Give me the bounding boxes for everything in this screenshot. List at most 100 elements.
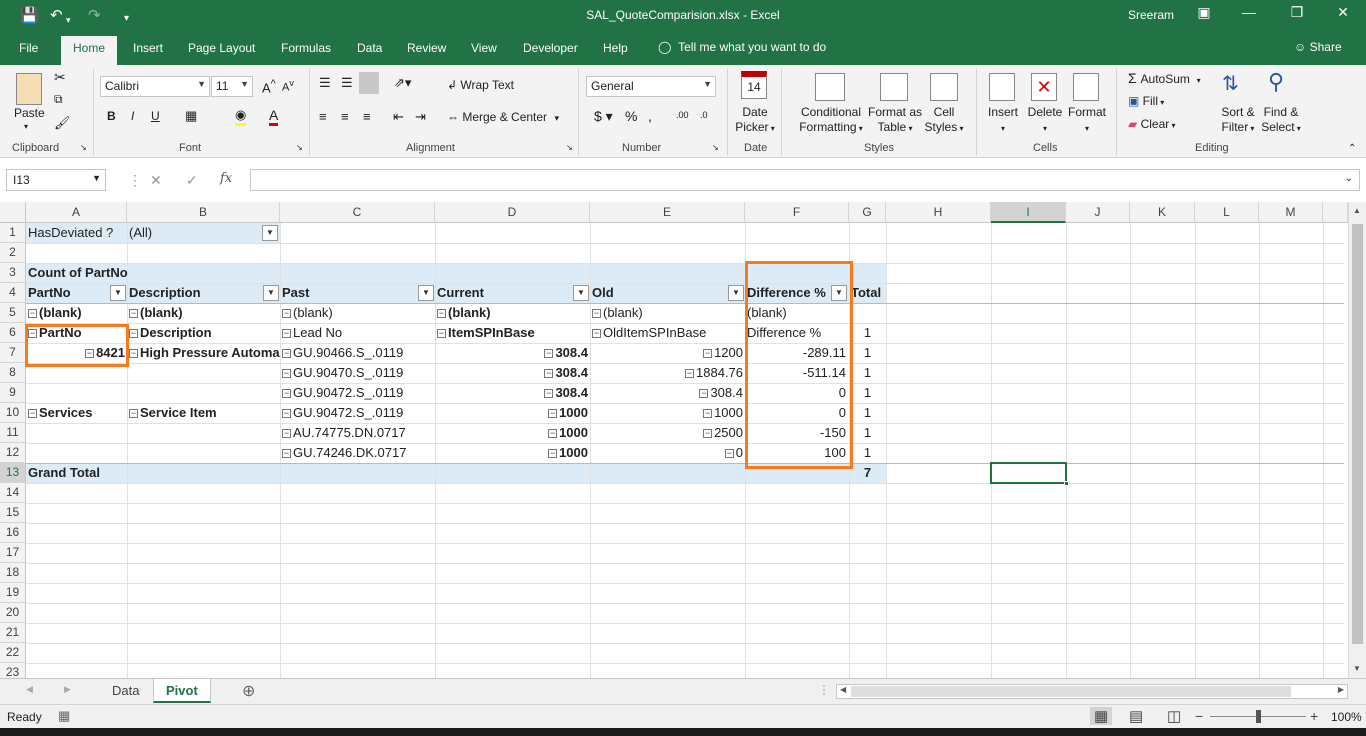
scroll-left-icon[interactable]: ◀: [840, 685, 846, 694]
collapse-icon[interactable]: −: [544, 369, 554, 378]
borders-icon[interactable]: ▦: [185, 108, 197, 124]
collapse-icon[interactable]: −: [592, 329, 601, 338]
column-header-i[interactable]: I: [991, 202, 1066, 223]
row-header[interactable]: 5: [0, 303, 26, 323]
row-header[interactable]: 23: [0, 663, 26, 678]
row-header[interactable]: 22: [0, 643, 26, 663]
accounting-format-icon[interactable]: $ ▾: [594, 108, 613, 125]
scroll-up-icon[interactable]: ▲: [1353, 206, 1361, 215]
pivot-cell[interactable]: −308.4: [435, 343, 590, 363]
increase-font-icon[interactable]: A^: [262, 78, 276, 95]
select-all-corner[interactable]: [0, 202, 26, 223]
selected-cell[interactable]: [990, 462, 1069, 486]
sheet-tab-pivot[interactable]: Pivot: [153, 679, 211, 703]
delete-cells-icon[interactable]: ✕: [1031, 73, 1057, 101]
paste-button[interactable]: Paste: [14, 106, 45, 120]
decrease-decimal-icon[interactable]: .0: [700, 110, 708, 120]
pivot-cell[interactable]: −1000: [435, 443, 590, 463]
format-cells-button[interactable]: Format ▾: [1066, 105, 1108, 136]
collapse-icon[interactable]: −: [282, 349, 291, 358]
font-color-icon[interactable]: A: [269, 107, 279, 126]
column-header-c[interactable]: C: [280, 202, 435, 223]
pivot-cell[interactable]: 1: [849, 423, 886, 443]
filter-dropdown-icon[interactable]: ▼: [263, 285, 279, 301]
user-name[interactable]: Sreeram: [1128, 8, 1174, 22]
collapse-icon[interactable]: −: [282, 409, 291, 418]
restore-icon[interactable]: ❐: [1282, 4, 1312, 21]
collapse-icon[interactable]: −: [282, 369, 291, 378]
find-select-button[interactable]: Find & Select ▾: [1258, 105, 1304, 136]
pivot-cell[interactable]: −308.4: [435, 383, 590, 403]
sort-filter-icon[interactable]: ⇅: [1222, 71, 1239, 96]
row-header[interactable]: 21: [0, 623, 26, 643]
format-painter-icon[interactable]: 🖌: [54, 115, 71, 131]
collapse-icon[interactable]: −: [282, 449, 291, 458]
row-header[interactable]: 14: [0, 483, 26, 503]
paste-icon[interactable]: [16, 73, 42, 105]
collapse-icon[interactable]: −: [724, 449, 734, 458]
pivot-cell[interactable]: − GU.90466.S_.0119: [280, 343, 435, 363]
align-middle-icon[interactable]: ☰: [341, 75, 353, 91]
collapse-icon[interactable]: −: [703, 349, 713, 358]
align-top-icon[interactable]: ☰: [319, 75, 331, 91]
collapse-icon[interactable]: −: [699, 389, 709, 398]
pivot-cell[interactable]: −1200: [590, 343, 745, 363]
column-header-n[interactable]: [1323, 202, 1348, 223]
pivot-cell[interactable]: 1: [849, 343, 886, 363]
row-header[interactable]: 2: [0, 243, 26, 263]
collapse-icon[interactable]: −: [282, 389, 291, 398]
align-right-icon[interactable]: ≡: [363, 109, 371, 124]
bold-icon[interactable]: B: [107, 109, 116, 123]
collapse-icon[interactable]: −: [592, 309, 601, 318]
page-layout-view-icon[interactable]: ▤: [1129, 707, 1143, 725]
row-header[interactable]: 6: [0, 323, 26, 343]
filter-dropdown-icon[interactable]: ▼: [418, 285, 434, 301]
pivot-cell[interactable]: −0: [590, 443, 745, 463]
column-header-m[interactable]: M: [1259, 202, 1323, 223]
collapse-icon[interactable]: −: [685, 369, 694, 378]
font-name-select[interactable]: Calibri ▼: [100, 76, 210, 97]
conditional-formatting-button[interactable]: Conditional Formatting ▾: [795, 105, 867, 136]
pivot-cell[interactable]: − Services: [26, 403, 127, 423]
scroll-right-icon[interactable]: ▶: [1338, 685, 1344, 694]
pivot-cell[interactable]: − (blank): [127, 303, 280, 323]
pivot-cell[interactable]: −308.4: [590, 383, 745, 403]
row-header[interactable]: 3: [0, 263, 26, 283]
minimize-icon[interactable]: —: [1234, 4, 1264, 20]
column-header-b[interactable]: B: [127, 202, 280, 223]
increase-indent-icon[interactable]: ⇥: [415, 109, 426, 125]
split-handle-icon[interactable]: ⋮: [818, 683, 830, 697]
row-header[interactable]: 10: [0, 403, 26, 423]
collapse-icon[interactable]: −: [129, 309, 138, 318]
format-as-table-button[interactable]: Format as Table ▾: [866, 105, 924, 136]
close-icon[interactable]: ✕: [1328, 4, 1358, 21]
pivot-cell[interactable]: − (blank): [435, 303, 590, 323]
column-header-a[interactable]: A: [26, 202, 127, 223]
ribbon-display-options-icon[interactable]: ▣: [1189, 4, 1219, 21]
tab-help[interactable]: Help: [603, 41, 628, 55]
horizontal-scroll-thumb[interactable]: [851, 686, 1291, 697]
tab-developer[interactable]: Developer: [523, 41, 578, 55]
filter-dropdown-icon[interactable]: ▼: [262, 225, 278, 241]
merge-center-button[interactable]: ⇔ Merge & Center ▾: [447, 110, 559, 124]
percent-style-icon[interactable]: %: [625, 108, 637, 124]
sort-filter-button[interactable]: Sort & Filter ▾: [1216, 105, 1260, 136]
pivot-cell[interactable]: − GU.74246.DK.0717: [280, 443, 435, 463]
pivot-cell[interactable]: − GU.90470.S_.0119: [280, 363, 435, 383]
confirm-entry-icon[interactable]: ✓: [186, 172, 198, 189]
italic-icon[interactable]: I: [131, 109, 134, 123]
row-header[interactable]: 17: [0, 543, 26, 563]
zoom-in-icon[interactable]: +: [1310, 708, 1318, 724]
cut-icon[interactable]: ✂: [54, 69, 66, 86]
formula-input[interactable]: ⌄: [250, 169, 1360, 191]
tab-data[interactable]: Data: [357, 41, 382, 55]
horizontal-scrollbar[interactable]: ◀ ▶: [836, 684, 1348, 699]
conditional-formatting-icon[interactable]: [815, 73, 845, 101]
align-left-icon[interactable]: ≡: [319, 109, 327, 124]
comma-style-icon[interactable]: ,: [648, 108, 652, 124]
delete-cells-button[interactable]: Delete ▾: [1025, 105, 1065, 136]
fill-color-icon[interactable]: ◉: [235, 107, 247, 126]
insert-cells-icon[interactable]: [989, 73, 1015, 101]
collapse-icon[interactable]: −: [548, 449, 558, 458]
vertical-scroll-thumb[interactable]: [1352, 224, 1363, 644]
